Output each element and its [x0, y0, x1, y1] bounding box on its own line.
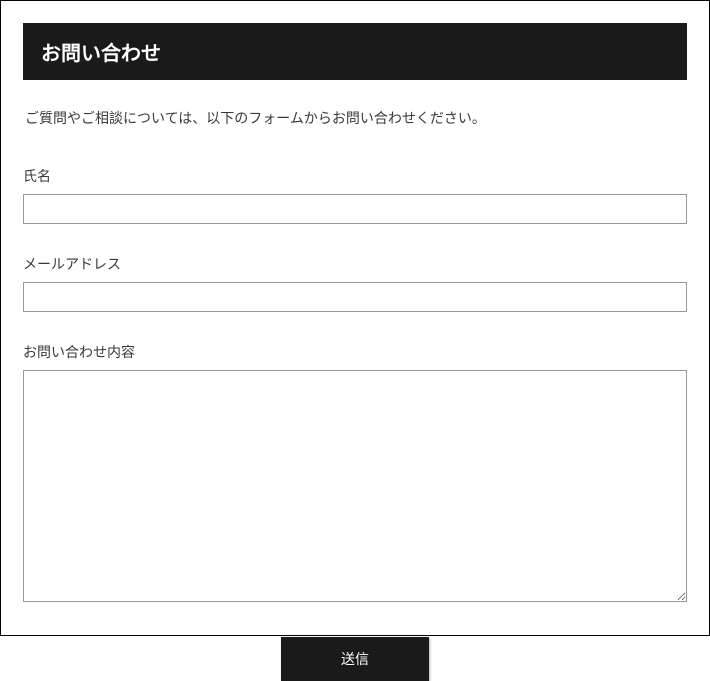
submit-button[interactable]: 送信 [281, 637, 429, 681]
message-label: お問い合わせ内容 [23, 342, 687, 362]
form-description: ご質問やご相談については、以下のフォームからお問い合わせください。 [23, 108, 687, 128]
name-input[interactable] [23, 194, 687, 224]
form-body: 氏名 メールアドレス お問い合わせ内容 送信 [23, 166, 687, 681]
submit-wrapper: 送信 [23, 637, 687, 681]
message-field-group: お問い合わせ内容 [23, 342, 687, 607]
name-field-group: 氏名 [23, 166, 687, 224]
email-field-group: メールアドレス [23, 254, 687, 312]
message-textarea[interactable] [23, 370, 687, 602]
contact-form-container: お問い合わせ ご質問やご相談については、以下のフォームからお問い合わせください。… [0, 0, 710, 636]
name-label: 氏名 [23, 166, 687, 186]
email-input[interactable] [23, 282, 687, 312]
form-header: お問い合わせ [23, 23, 687, 80]
form-title: お問い合わせ [41, 43, 161, 65]
email-label: メールアドレス [23, 254, 687, 274]
